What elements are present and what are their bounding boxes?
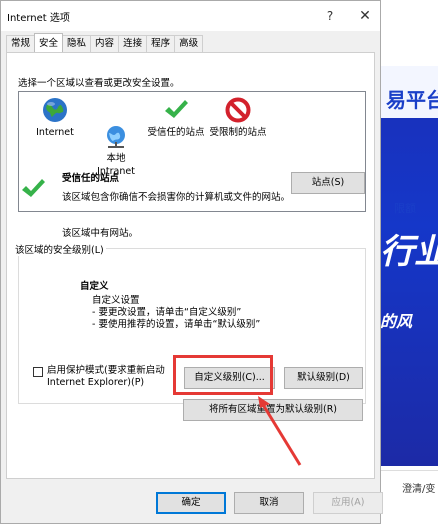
close-button[interactable]: ✕ [348, 1, 382, 31]
level-line: - 要使用推荐的设置，请单击“默认级别” [92, 319, 261, 330]
banner-text: 的风 [380, 312, 413, 331]
ok-button[interactable]: 确定 [156, 492, 226, 514]
level-line: - 要更改设置，请单击“自定义级别” [92, 307, 242, 318]
banner-text: 易平台 [386, 88, 438, 112]
tab-programs[interactable]: 程序 [146, 35, 176, 52]
tab-content[interactable]: 内容 [90, 35, 120, 52]
protected-mode-label: 启用保护模式(要求重新启动 Internet Explorer)(P) [47, 365, 165, 388]
zone-label: Internet [36, 127, 74, 138]
checkmark-icon [162, 96, 190, 124]
selected-zone-title: 受信任的站点 [62, 173, 120, 184]
zone-restricted-sites[interactable]: 受限制的站点 [207, 96, 269, 139]
tab-general[interactable]: 常规 [6, 35, 36, 52]
level-line: 自定义设置 [92, 295, 140, 306]
apply-button[interactable]: 应用(A) [313, 492, 383, 514]
protected-mode-checkbox[interactable] [33, 367, 43, 377]
banner-text: 行业 [380, 232, 438, 272]
sites-button[interactable]: 站点(S) [291, 172, 365, 194]
selected-zone-checkmark-icon [19, 175, 47, 206]
globe-icon [41, 96, 69, 124]
tab-advanced[interactable]: 高级 [174, 35, 204, 52]
background-web-page: 易平台 限额 行业 的风 澄清/变 [380, 0, 438, 524]
banner-text: 限额 [394, 202, 416, 215]
intranet-icon [102, 109, 130, 148]
annotation-highlight-box [173, 355, 273, 395]
title-bar[interactable]: Internet 选项 ? ✕ [1, 1, 380, 31]
tab-bar: 常规 安全 隐私 内容 连接 程序 高级 [6, 33, 204, 53]
prohibited-icon [224, 96, 252, 124]
zone-internet[interactable]: Internet [19, 96, 91, 139]
selected-zone-description: 该区域包含你确信不会损害你的计算机或文件的网站。 [62, 192, 291, 203]
window-title: Internet 选项 [7, 13, 70, 24]
level-description: 自定义设置 - 要更改设置，请单击“自定义级别” - 要使用推荐的设置，请单击“… [92, 295, 260, 331]
background-banner: 易平台 限额 行业 的风 [380, 66, 438, 466]
background-link[interactable]: 澄清/变 [402, 480, 435, 495]
zone-instruction: 选择一个区域以查看或更改安全设置。 [18, 78, 180, 89]
default-level-button[interactable]: 默认级别(D) [284, 367, 363, 389]
tab-connections[interactable]: 连接 [118, 35, 148, 52]
level-title: 自定义 [80, 281, 109, 292]
security-tab-panel: 选择一个区域以查看或更改安全设置。 Internet 本地 Intranet 受… [6, 52, 375, 479]
selected-zone-note: 该区域中有网站。 [62, 228, 139, 239]
internet-options-dialog: Internet 选项 ? ✕ 常规 安全 隐私 内容 连接 程序 高级 选择一… [0, 0, 383, 524]
tab-security[interactable]: 安全 [34, 33, 64, 52]
reset-all-zones-button[interactable]: 将所有区域重置为默认级别(R) [183, 399, 363, 421]
security-level-label: 该区域的安全级别(L) [13, 242, 106, 256]
cancel-button[interactable]: 取消 [234, 492, 304, 514]
zone-label: 受限制的站点 [209, 127, 267, 138]
tab-privacy[interactable]: 隐私 [62, 35, 92, 52]
zone-trusted-sites[interactable]: 受信任的站点 [143, 96, 209, 139]
help-button[interactable]: ? [313, 1, 347, 31]
zone-label: 受信任的站点 [147, 127, 205, 138]
